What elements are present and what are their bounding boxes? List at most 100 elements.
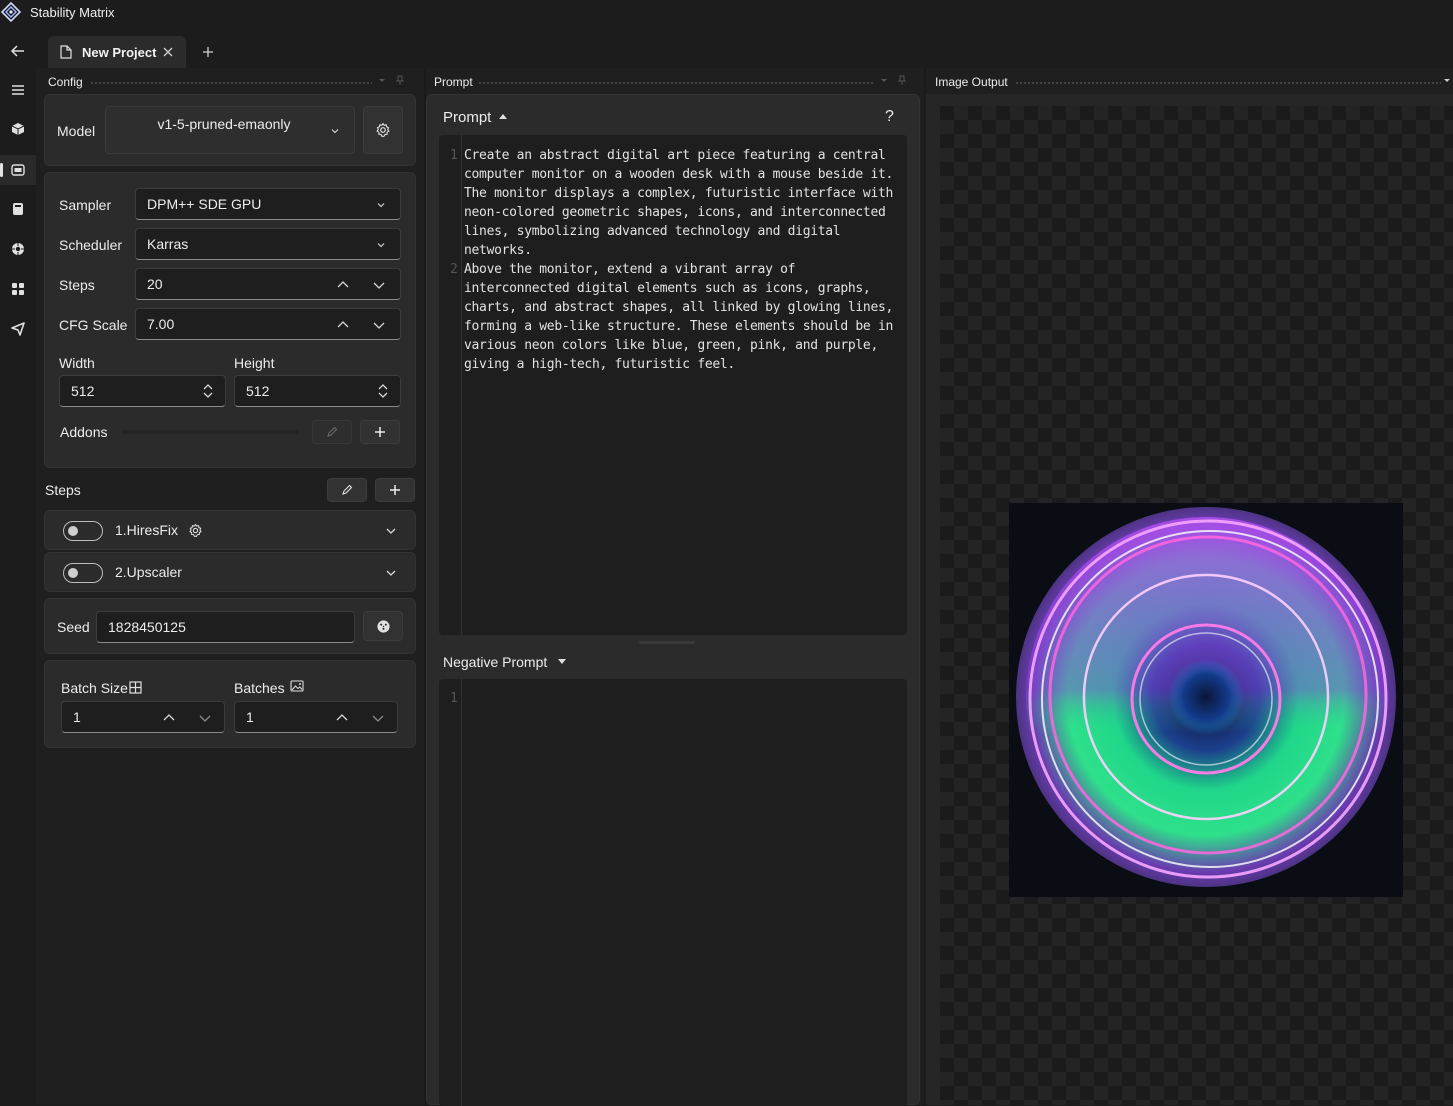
batches-input[interactable]: 1	[234, 701, 398, 733]
model-select-value: v1-5-pruned-emaonly	[157, 116, 291, 132]
chevron-up-icon[interactable]	[336, 278, 350, 292]
inference-icon[interactable]	[0, 155, 36, 185]
batches-value: 1	[246, 709, 254, 725]
caret-up-icon[interactable]	[499, 113, 507, 119]
chevron-up-icon[interactable]	[336, 318, 350, 332]
editor-resize-handle[interactable]	[639, 641, 695, 644]
chevron-down-icon[interactable]	[385, 568, 397, 578]
steps-add-button[interactable]	[375, 478, 415, 502]
seed-randomize-button[interactable]	[363, 611, 403, 641]
prompt-title: Prompt	[443, 109, 492, 126]
pin-icon[interactable]	[896, 74, 908, 86]
steps-value: 20	[147, 276, 163, 292]
prompt-line-2: Above the monitor, extend a vibrant arra…	[464, 262, 901, 372]
tab-new-project[interactable]: New Project	[48, 36, 186, 68]
addons-label: Addons	[60, 424, 108, 440]
hiresfix-step-card[interactable]: 1.HiresFix	[44, 510, 416, 550]
line-number: 1	[450, 691, 458, 706]
height-value: 512	[246, 383, 270, 399]
chevron-down-icon	[331, 129, 339, 134]
prompt-panel-header: Prompt	[434, 68, 908, 90]
prompt-panel-title: Prompt	[434, 75, 473, 89]
spin-updown-icon[interactable]	[202, 382, 214, 400]
chevron-down-icon[interactable]	[878, 74, 890, 86]
pencil-icon	[327, 426, 338, 437]
plus-icon	[390, 485, 400, 495]
generated-image[interactable]	[1009, 503, 1403, 897]
prompt-editor[interactable]: 1 2 Create an abstract digital art piece…	[439, 135, 907, 635]
batch-size-input[interactable]: 1	[61, 701, 225, 733]
addons-add-button[interactable]	[360, 420, 400, 444]
upscaler-step-card[interactable]: 2.Upscaler	[44, 552, 416, 592]
app-logo-icon	[1, 2, 21, 22]
grid-icon	[129, 681, 142, 694]
width-input[interactable]: 512	[59, 375, 226, 407]
document-icon	[60, 45, 72, 59]
seed-input[interactable]: 1828450125	[96, 611, 355, 643]
gear-icon[interactable]	[188, 523, 203, 538]
negative-prompt-title: Negative Prompt	[443, 654, 548, 670]
hiresfix-label: 1.HiresFix	[115, 522, 179, 538]
new-tab-plus-icon[interactable]	[198, 42, 218, 62]
model-select[interactable]: v1-5-pruned-emaonly	[105, 106, 355, 154]
chevron-down-icon	[377, 243, 385, 248]
seed-value: 1828450125	[108, 619, 186, 635]
addons-edit-button[interactable]	[312, 420, 352, 444]
output-browser-grid-icon[interactable]	[0, 274, 36, 304]
close-icon[interactable]	[160, 44, 176, 60]
negative-prompt-editor[interactable]: 1	[439, 679, 907, 1106]
model-card: Model v1-5-pruned-emaonly	[44, 94, 416, 166]
sampler-card: Sampler DPM++ SDE GPU Scheduler Karras S…	[44, 172, 416, 468]
height-input[interactable]: 512	[234, 375, 401, 407]
image-icon	[290, 680, 304, 692]
packages-box-icon[interactable]	[0, 114, 36, 144]
width-label: Width	[59, 355, 95, 371]
image-output-header: Image Output	[935, 68, 1453, 90]
checkpoints-icon[interactable]	[0, 194, 36, 224]
cfg-scale-label: CFG Scale	[59, 317, 128, 333]
nav-rail	[0, 28, 36, 1105]
chevron-down-icon[interactable]	[376, 74, 388, 86]
chevron-up-icon[interactable]	[335, 711, 349, 725]
chevron-up-icon[interactable]	[162, 711, 176, 725]
hiresfix-toggle[interactable]	[63, 521, 103, 541]
chevron-down-icon[interactable]	[372, 318, 386, 332]
batch-card: Batch Size 1 Batches 1	[44, 660, 416, 748]
caret-down-icon[interactable]	[558, 659, 566, 665]
cfg-scale-input[interactable]: 7.00	[135, 308, 401, 340]
scheduler-select[interactable]: Karras	[135, 228, 401, 260]
batch-size-label: Batch Size	[61, 680, 128, 696]
line-number: 2	[450, 262, 458, 277]
scheduler-label: Scheduler	[59, 237, 123, 253]
sampler-value: DPM++ SDE GPU	[147, 196, 262, 212]
chevron-down-icon[interactable]	[371, 711, 385, 725]
sampler-select[interactable]: DPM++ SDE GPU	[135, 188, 401, 220]
pin-icon[interactable]	[394, 74, 406, 86]
model-browser-icon[interactable]	[0, 234, 36, 264]
steps-edit-button[interactable]	[327, 478, 367, 502]
steps-input[interactable]: 20	[135, 268, 401, 300]
plus-icon	[375, 427, 385, 437]
help-icon[interactable]: ?	[885, 108, 894, 126]
back-arrow-icon[interactable]	[0, 36, 36, 66]
sampler-label: Sampler	[59, 197, 112, 213]
image-output-title: Image Output	[935, 75, 1008, 89]
chevron-down-icon[interactable]	[385, 526, 397, 536]
chevron-down-icon	[377, 203, 385, 208]
chevron-down-icon[interactable]	[372, 278, 386, 292]
chevron-down-icon[interactable]	[1441, 74, 1453, 86]
steps-label: Steps	[59, 277, 95, 293]
model-label: Model	[57, 123, 96, 139]
upscaler-toggle[interactable]	[63, 563, 103, 583]
workflows-send-icon[interactable]	[0, 314, 36, 344]
app-title: Stability Matrix	[30, 5, 115, 20]
seed-label: Seed	[57, 619, 90, 635]
spin-updown-icon[interactable]	[377, 382, 389, 400]
prompt-line-1: Create an abstract digital art piece fea…	[464, 148, 901, 258]
chevron-down-icon[interactable]	[198, 711, 212, 725]
upscaler-label: 2.Upscaler	[115, 564, 182, 580]
hamburger-menu-icon[interactable]	[0, 75, 36, 105]
steps-section-title: Steps	[45, 482, 81, 498]
model-settings-button[interactable]	[363, 106, 403, 154]
tab-strip: New Project	[36, 28, 1453, 68]
